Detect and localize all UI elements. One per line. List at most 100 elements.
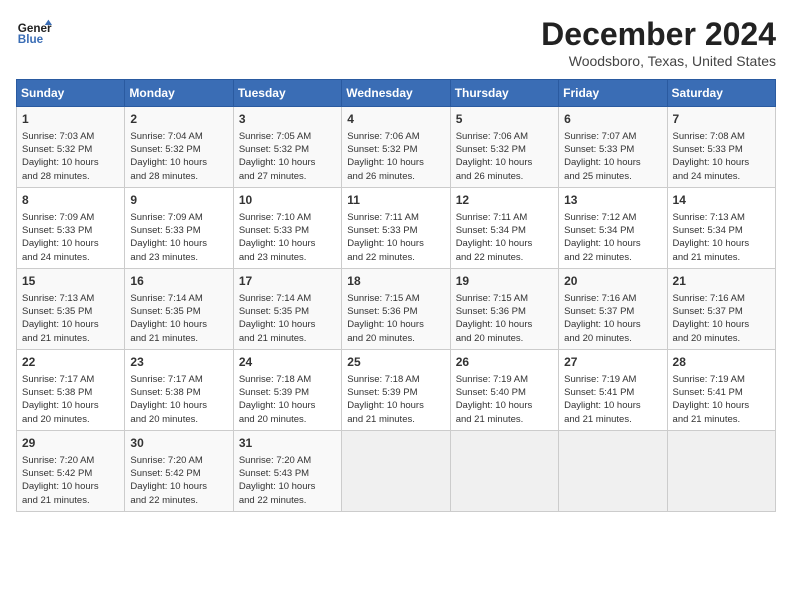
day-number: 23 bbox=[130, 354, 227, 371]
day-number: 2 bbox=[130, 111, 227, 128]
day-content: Sunrise: 7:10 AMSunset: 5:33 PMDaylight:… bbox=[239, 211, 336, 264]
calendar-day-cell: 3 Sunrise: 7:05 AMSunset: 5:32 PMDaylight… bbox=[233, 107, 341, 188]
calendar-day-cell: 6 Sunrise: 7:07 AMSunset: 5:33 PMDaylight… bbox=[559, 107, 667, 188]
calendar-day-cell: 23 Sunrise: 7:17 AMSunset: 5:38 PMDayligh… bbox=[125, 349, 233, 430]
day-content: Sunrise: 7:12 AMSunset: 5:34 PMDaylight:… bbox=[564, 211, 661, 264]
calendar-week-row: 8 Sunrise: 7:09 AMSunset: 5:33 PMDaylight… bbox=[17, 187, 776, 268]
weekday-header-friday: Friday bbox=[559, 80, 667, 107]
calendar-week-row: 15Sunrise: 7:13 AMSunset: 5:35 PMDayligh… bbox=[17, 268, 776, 349]
day-content: Sunrise: 7:15 AMSunset: 5:36 PMDaylight:… bbox=[456, 292, 553, 345]
day-number: 27 bbox=[564, 354, 661, 371]
day-content: Sunrise: 7:14 AMSunset: 5:35 PMDaylight:… bbox=[239, 292, 336, 345]
calendar-day-cell: 19Sunrise: 7:15 AMSunset: 5:36 PMDayligh… bbox=[450, 268, 558, 349]
day-content: Sunrise: 7:18 AMSunset: 5:39 PMDaylight:… bbox=[239, 373, 336, 426]
calendar-day-cell: 25Sunrise: 7:18 AMSunset: 5:39 PMDayligh… bbox=[342, 349, 450, 430]
day-content: Sunrise: 7:13 AMSunset: 5:34 PMDaylight:… bbox=[673, 211, 770, 264]
day-number: 3 bbox=[239, 111, 336, 128]
title-area: December 2024 Woodsboro, Texas, United S… bbox=[541, 16, 776, 69]
calendar-day-cell: 22 Sunrise: 7:17 AMSunset: 5:38 PMDayligh… bbox=[17, 349, 125, 430]
day-content: Sunrise: 7:05 AMSunset: 5:32 PMDaylight:… bbox=[239, 130, 336, 183]
day-number: 28 bbox=[673, 354, 770, 371]
day-number: 7 bbox=[673, 111, 770, 128]
weekday-header-thursday: Thursday bbox=[450, 80, 558, 107]
day-content: Sunrise: 7:11 AMSunset: 5:33 PMDaylight:… bbox=[347, 211, 444, 264]
day-content: Sunrise: 7:08 AMSunset: 5:33 PMDaylight:… bbox=[673, 130, 770, 183]
weekday-header-tuesday: Tuesday bbox=[233, 80, 341, 107]
day-number: 21 bbox=[673, 273, 770, 290]
day-number: 17 bbox=[239, 273, 336, 290]
calendar-day-cell: 7 Sunrise: 7:08 AMSunset: 5:33 PMDaylight… bbox=[667, 107, 775, 188]
calendar-day-cell: 13 Sunrise: 7:12 AMSunset: 5:34 PMDayligh… bbox=[559, 187, 667, 268]
weekday-header-row: SundayMondayTuesdayWednesdayThursdayFrid… bbox=[17, 80, 776, 107]
day-number: 22 bbox=[22, 354, 119, 371]
day-content: Sunrise: 7:06 AMSunset: 5:32 PMDaylight:… bbox=[456, 130, 553, 183]
day-content: Sunrise: 7:16 AMSunset: 5:37 PMDaylight:… bbox=[673, 292, 770, 345]
day-content: Sunrise: 7:19 AMSunset: 5:41 PMDaylight:… bbox=[564, 373, 661, 426]
calendar-day-cell: 12Sunrise: 7:11 AMSunset: 5:34 PMDayligh… bbox=[450, 187, 558, 268]
day-number: 16 bbox=[130, 273, 227, 290]
calendar-day-cell: 29 Sunrise: 7:20 AMSunset: 5:42 PMDayligh… bbox=[17, 430, 125, 511]
day-content: Sunrise: 7:04 AMSunset: 5:32 PMDaylight:… bbox=[130, 130, 227, 183]
logo-icon: General Blue bbox=[16, 16, 52, 52]
day-content: Sunrise: 7:20 AMSunset: 5:43 PMDaylight:… bbox=[239, 454, 336, 507]
day-number: 5 bbox=[456, 111, 553, 128]
day-content: Sunrise: 7:15 AMSunset: 5:36 PMDaylight:… bbox=[347, 292, 444, 345]
day-number: 13 bbox=[564, 192, 661, 209]
day-content: Sunrise: 7:19 AMSunset: 5:41 PMDaylight:… bbox=[673, 373, 770, 426]
calendar-table: SundayMondayTuesdayWednesdayThursdayFrid… bbox=[16, 79, 776, 512]
month-title: December 2024 bbox=[541, 16, 776, 53]
calendar-day-cell: 30 Sunrise: 7:20 AMSunset: 5:42 PMDayligh… bbox=[125, 430, 233, 511]
calendar-day-cell bbox=[342, 430, 450, 511]
day-content: Sunrise: 7:13 AMSunset: 5:35 PMDaylight:… bbox=[22, 292, 119, 345]
day-number: 8 bbox=[22, 192, 119, 209]
calendar-day-cell: 17 Sunrise: 7:14 AMSunset: 5:35 PMDayligh… bbox=[233, 268, 341, 349]
day-number: 10 bbox=[239, 192, 336, 209]
day-content: Sunrise: 7:07 AMSunset: 5:33 PMDaylight:… bbox=[564, 130, 661, 183]
day-number: 14 bbox=[673, 192, 770, 209]
calendar-day-cell: 26 Sunrise: 7:19 AMSunset: 5:40 PMDayligh… bbox=[450, 349, 558, 430]
day-number: 1 bbox=[22, 111, 119, 128]
calendar-day-cell bbox=[559, 430, 667, 511]
day-content: Sunrise: 7:11 AMSunset: 5:34 PMDaylight:… bbox=[456, 211, 553, 264]
day-content: Sunrise: 7:06 AMSunset: 5:32 PMDaylight:… bbox=[347, 130, 444, 183]
calendar-day-cell: 10 Sunrise: 7:10 AMSunset: 5:33 PMDayligh… bbox=[233, 187, 341, 268]
day-content: Sunrise: 7:16 AMSunset: 5:37 PMDaylight:… bbox=[564, 292, 661, 345]
day-content: Sunrise: 7:20 AMSunset: 5:42 PMDaylight:… bbox=[22, 454, 119, 507]
calendar-day-cell: 24 Sunrise: 7:18 AMSunset: 5:39 PMDayligh… bbox=[233, 349, 341, 430]
day-content: Sunrise: 7:20 AMSunset: 5:42 PMDaylight:… bbox=[130, 454, 227, 507]
logo: General Blue bbox=[16, 16, 52, 52]
day-number: 18 bbox=[347, 273, 444, 290]
day-number: 26 bbox=[456, 354, 553, 371]
day-content: Sunrise: 7:14 AMSunset: 5:35 PMDaylight:… bbox=[130, 292, 227, 345]
calendar-week-row: 22 Sunrise: 7:17 AMSunset: 5:38 PMDayligh… bbox=[17, 349, 776, 430]
calendar-day-cell: 20Sunrise: 7:16 AMSunset: 5:37 PMDayligh… bbox=[559, 268, 667, 349]
day-number: 6 bbox=[564, 111, 661, 128]
calendar-day-cell: 8 Sunrise: 7:09 AMSunset: 5:33 PMDaylight… bbox=[17, 187, 125, 268]
day-content: Sunrise: 7:17 AMSunset: 5:38 PMDaylight:… bbox=[130, 373, 227, 426]
day-number: 25 bbox=[347, 354, 444, 371]
day-content: Sunrise: 7:17 AMSunset: 5:38 PMDaylight:… bbox=[22, 373, 119, 426]
calendar-day-cell: 15Sunrise: 7:13 AMSunset: 5:35 PMDayligh… bbox=[17, 268, 125, 349]
svg-text:Blue: Blue bbox=[18, 33, 44, 46]
day-content: Sunrise: 7:09 AMSunset: 5:33 PMDaylight:… bbox=[22, 211, 119, 264]
location-title: Woodsboro, Texas, United States bbox=[541, 53, 776, 69]
calendar-day-cell: 31 Sunrise: 7:20 AMSunset: 5:43 PMDayligh… bbox=[233, 430, 341, 511]
calendar-day-cell: 27 Sunrise: 7:19 AMSunset: 5:41 PMDayligh… bbox=[559, 349, 667, 430]
day-content: Sunrise: 7:09 AMSunset: 5:33 PMDaylight:… bbox=[130, 211, 227, 264]
day-content: Sunrise: 7:03 AMSunset: 5:32 PMDaylight:… bbox=[22, 130, 119, 183]
page-header: General Blue December 2024 Woodsboro, Te… bbox=[16, 16, 776, 69]
calendar-day-cell: 1 Sunrise: 7:03 AMSunset: 5:32 PMDaylight… bbox=[17, 107, 125, 188]
day-number: 24 bbox=[239, 354, 336, 371]
calendar-day-cell: 11 Sunrise: 7:11 AMSunset: 5:33 PMDayligh… bbox=[342, 187, 450, 268]
weekday-header-wednesday: Wednesday bbox=[342, 80, 450, 107]
day-content: Sunrise: 7:19 AMSunset: 5:40 PMDaylight:… bbox=[456, 373, 553, 426]
day-number: 11 bbox=[347, 192, 444, 209]
day-number: 29 bbox=[22, 435, 119, 452]
calendar-day-cell: 4Sunrise: 7:06 AMSunset: 5:32 PMDaylight… bbox=[342, 107, 450, 188]
calendar-day-cell: 21 Sunrise: 7:16 AMSunset: 5:37 PMDayligh… bbox=[667, 268, 775, 349]
calendar-day-cell: 16 Sunrise: 7:14 AMSunset: 5:35 PMDayligh… bbox=[125, 268, 233, 349]
day-number: 30 bbox=[130, 435, 227, 452]
day-number: 31 bbox=[239, 435, 336, 452]
calendar-day-cell: 2 Sunrise: 7:04 AMSunset: 5:32 PMDaylight… bbox=[125, 107, 233, 188]
weekday-header-sunday: Sunday bbox=[17, 80, 125, 107]
